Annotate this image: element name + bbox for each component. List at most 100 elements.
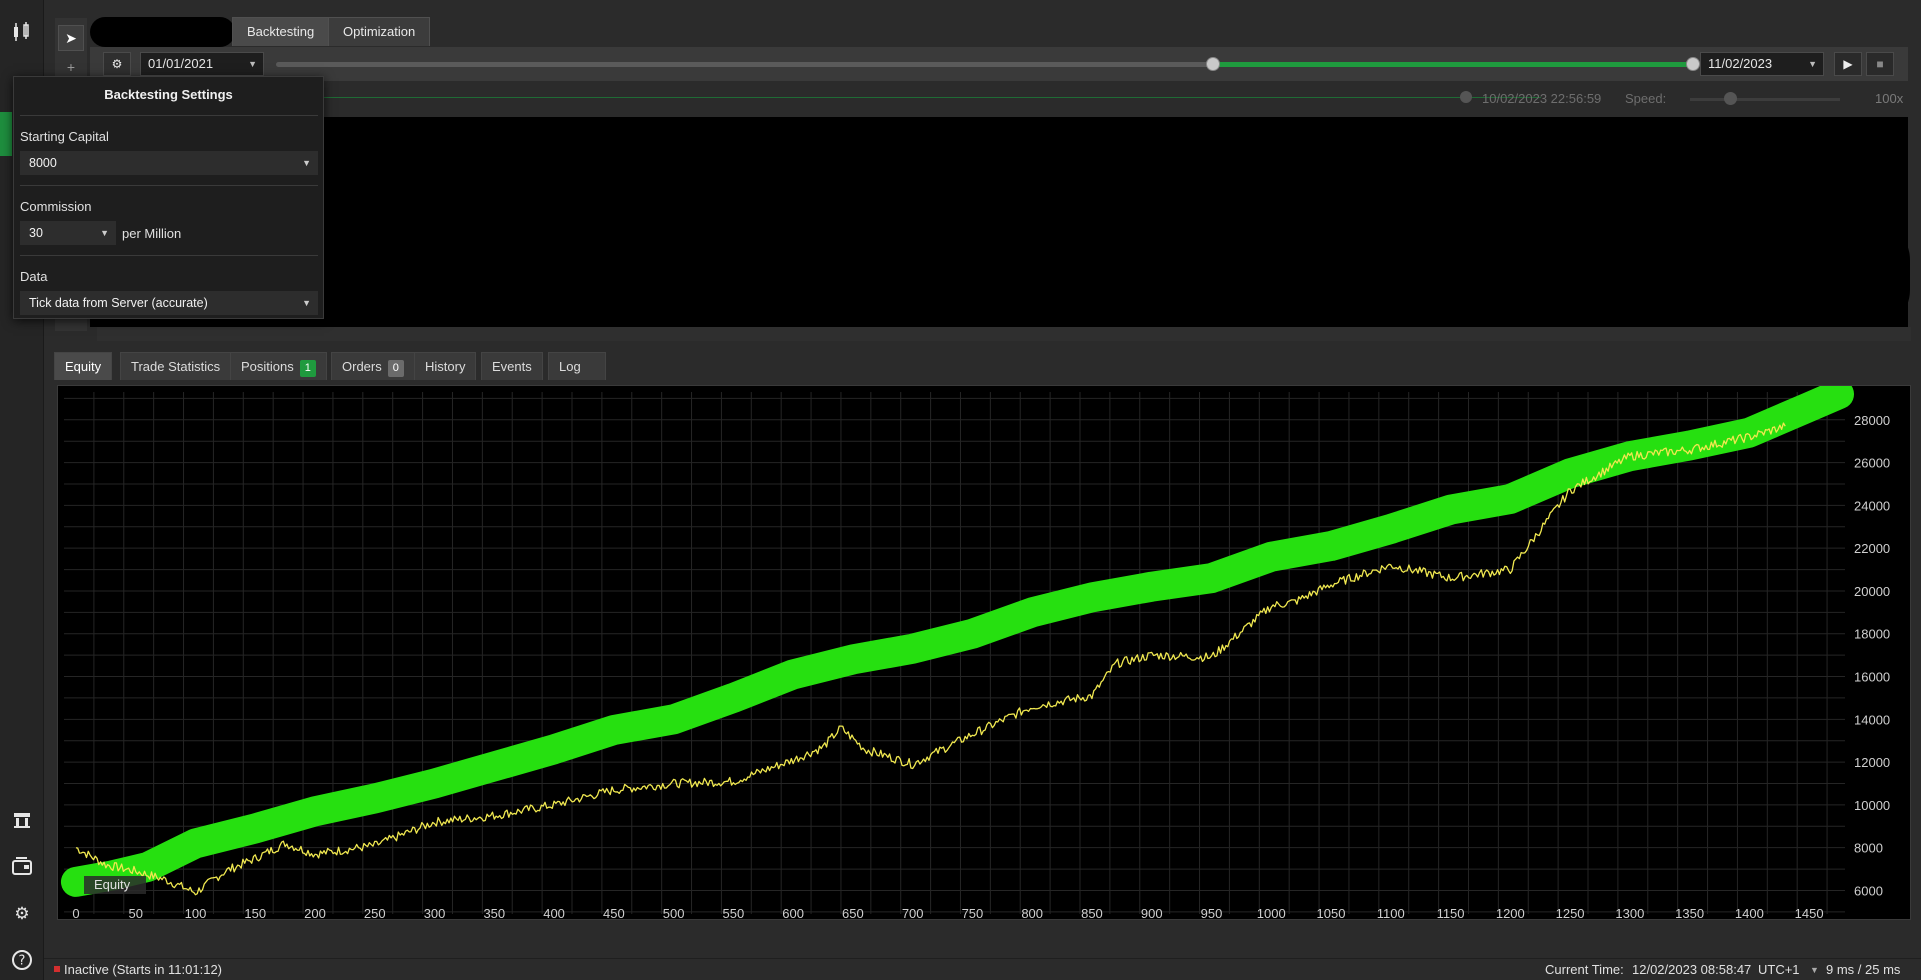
start-date-select[interactable]: 01/01/2021 ▼ [140, 52, 264, 76]
replay-handle[interactable] [1460, 91, 1472, 103]
x-tick-label: 750 [962, 906, 984, 921]
speed-value: 100x [1875, 91, 1904, 106]
y-tick-label: 16000 [1854, 670, 1890, 685]
starting-capital-label: Starting Capital [20, 129, 109, 144]
data-label: Data [20, 269, 48, 284]
x-tick-label: 50 [128, 906, 142, 921]
candles-icon[interactable] [10, 20, 34, 44]
tab-label: Positions [241, 359, 294, 374]
divider [20, 115, 318, 116]
commission-value: 30 [29, 226, 43, 240]
tab-history[interactable]: History [414, 352, 477, 380]
date-range-fill [1213, 62, 1698, 67]
x-tick-label: 0 [72, 906, 79, 921]
tab-label: History [425, 359, 466, 374]
x-tick-label: 600 [782, 906, 804, 921]
replay-row: 10/02/2023 22:56:59 Speed: 100x [90, 84, 1908, 112]
active-indicator [0, 112, 12, 156]
cursor-icon[interactable]: ➤ [58, 25, 84, 51]
commission-input[interactable]: 30 ▼ [20, 221, 116, 245]
redacted-region [330, 220, 1910, 330]
tab-backtesting[interactable]: Backtesting [232, 17, 330, 46]
divider [20, 185, 318, 186]
y-tick-label: 12000 [1854, 755, 1890, 770]
starting-capital-value: 8000 [29, 156, 57, 170]
x-tick-label: 1400 [1735, 906, 1764, 921]
x-tick-label: 800 [1021, 906, 1043, 921]
x-tick-label: 400 [543, 906, 565, 921]
tab-optimization[interactable]: Optimization [328, 17, 431, 46]
x-tick-label: 900 [1141, 906, 1163, 921]
y-tick-label: 24000 [1854, 498, 1890, 513]
status-indicator [54, 966, 60, 972]
x-tick-label: 500 [663, 906, 685, 921]
chevron-down-icon: ▼ [248, 59, 257, 69]
data-source-select[interactable]: Tick data from Server (accurate) ▼ [20, 291, 318, 315]
x-tick-label: 1250 [1556, 906, 1585, 921]
x-tick-label: 650 [842, 906, 864, 921]
tab-trade-statistics[interactable]: Trade Statistics [120, 352, 232, 380]
backtesting-settings-popover: Backtesting Settings Starting Capital 80… [13, 76, 324, 319]
timezone-select[interactable]: UTC+1 [1758, 962, 1800, 977]
replay-progress-line [316, 97, 1541, 98]
stop-button[interactable]: ■ [1866, 52, 1894, 76]
speed-label: Speed: [1625, 91, 1667, 106]
x-tick-label: 450 [603, 906, 625, 921]
commission-label: Commission [20, 199, 92, 214]
tab-label: Orders [342, 359, 382, 374]
tab-label: Equity [65, 359, 102, 374]
chart-scrollbar[interactable] [97, 327, 1911, 341]
x-tick-label: 850 [1081, 906, 1103, 921]
speed-handle[interactable] [1724, 92, 1737, 105]
balance-line [60, 386, 1855, 897]
range-end-handle[interactable] [1686, 57, 1700, 71]
backtest-toolbar: ⚙ 01/01/2021 ▼ 11/02/2023 ▼ ▶ ■ [90, 47, 1908, 81]
date-range-slider[interactable] [276, 57, 1700, 71]
play-button[interactable]: ▶ [1834, 52, 1862, 76]
y-tick-label: 18000 [1854, 627, 1890, 642]
tab-log[interactable]: Log [548, 352, 606, 380]
tab-label: Trade Statistics [131, 359, 221, 374]
settings-gear-icon[interactable]: ⚙ [103, 52, 131, 76]
legend-label: Equity [94, 877, 131, 892]
chevron-down-icon: ▼ [302, 158, 311, 168]
latency-value: 9 ms / 25 ms [1826, 962, 1901, 977]
chevron-down-icon: ▼ [1810, 965, 1819, 975]
positions-count-badge: 1 [299, 360, 316, 377]
starting-capital-input[interactable]: 8000 ▼ [20, 151, 318, 175]
tab-orders[interactable]: Orders 0 [331, 352, 415, 380]
redacted-region [90, 17, 235, 47]
x-tick-label: 1150 [1437, 906, 1465, 921]
building-icon[interactable] [10, 808, 34, 832]
tab-events[interactable]: Events [481, 352, 543, 380]
x-tick-label: 1200 [1496, 906, 1525, 921]
tab-label: Log [559, 359, 581, 374]
end-date-value: 11/02/2023 [1708, 56, 1773, 71]
x-tick-label: 1100 [1377, 906, 1405, 921]
equity-chart[interactable]: 6000 8000 10000 12000 14000 16000 18000 20000 22… [57, 385, 1911, 921]
y-tick-label: 22000 [1854, 541, 1890, 556]
y-tick-label: 26000 [1854, 456, 1890, 471]
x-tick-label: 350 [483, 906, 505, 921]
range-start-handle[interactable] [1206, 57, 1220, 71]
replay-timestamp: 10/02/2023 22:56:59 [1482, 91, 1602, 106]
x-tick-label: 550 [723, 906, 745, 921]
tab-positions[interactable]: Positions 1 [230, 352, 327, 380]
y-tick-label: 28000 [1854, 413, 1890, 428]
chevron-down-icon: ▼ [100, 228, 109, 238]
x-tick-label: 950 [1201, 906, 1223, 921]
end-date-select[interactable]: 11/02/2023 ▼ [1700, 52, 1824, 76]
divider [20, 255, 318, 256]
speed-slider[interactable] [1690, 98, 1840, 101]
tab-equity[interactable]: Equity [54, 352, 113, 380]
help-icon[interactable]: ? [10, 948, 34, 972]
orders-count-badge: 0 [387, 360, 404, 377]
x-tick-label: 300 [424, 906, 446, 921]
x-tick-label: 1450 [1795, 906, 1824, 921]
equity-chart-svg: 6000800010000120001400016000180002000022… [60, 386, 1890, 921]
commission-unit: per Million [122, 226, 182, 241]
current-time-value: 12/02/2023 08:58:47 [1632, 962, 1752, 977]
wallet-icon[interactable] [10, 854, 34, 878]
tab-label: Events [492, 359, 532, 374]
gear-icon[interactable]: ⚙ [10, 902, 34, 926]
